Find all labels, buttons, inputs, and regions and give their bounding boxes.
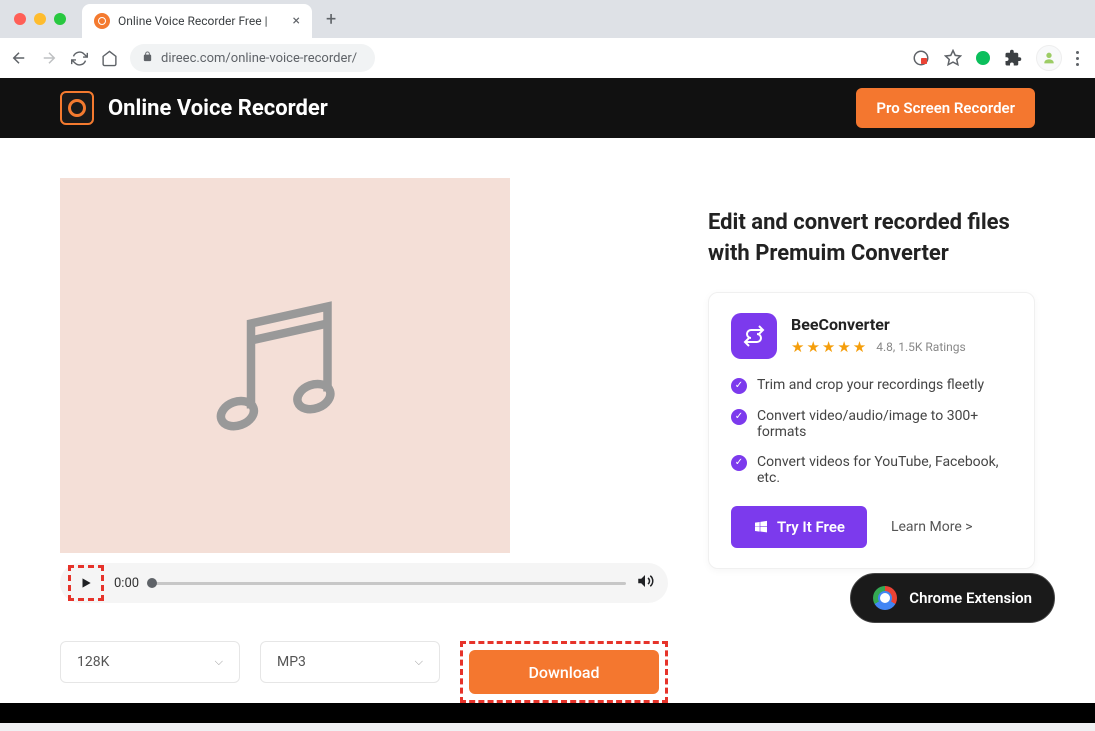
site-header: Online Voice Recorder Pro Screen Recorde… [0,78,1095,138]
tab-bar: Online Voice Recorder Free | × + [0,0,1095,38]
promo-card: BeeConverter ★★★★★ 4.8, 1.5K Ratings ✓ T… [708,292,1035,569]
home-button[interactable] [100,49,118,67]
window-maximize-button[interactable] [54,13,66,25]
left-column: 0:00 128K ⌵ MP3 ⌵ Download [60,178,668,703]
browser-tab[interactable]: Online Voice Recorder Free | × [82,4,312,38]
chrome-logo-icon [873,586,897,610]
new-tab-button[interactable]: + [326,9,336,30]
feature-list: ✓ Trim and crop your recordings fleetly … [731,377,1012,486]
download-highlight: Download [460,641,668,703]
chevron-down-icon: ⌵ [215,655,223,669]
bitrate-value: 128K [77,654,109,670]
nav-bar: direec.com/online-voice-recorder/ [0,38,1095,78]
tab-close-icon[interactable]: × [293,13,300,29]
chrome-extension-button[interactable]: Chrome Extension [850,573,1055,623]
play-button-highlight [68,565,104,601]
format-select[interactable]: MP3 ⌵ [260,641,440,683]
feature-text: Trim and crop your recordings fleetly [757,377,984,393]
extension-green-icon[interactable] [976,51,990,65]
feature-item: ✓ Convert video/audio/image to 300+ form… [731,408,1012,440]
tab-favicon-icon [94,13,110,29]
extensions-puzzle-icon[interactable] [1004,49,1022,67]
profile-avatar[interactable] [1036,45,1062,71]
format-value: MP3 [277,654,306,670]
windows-icon [753,519,769,535]
rating-stars-icon: ★★★★★ [791,338,868,356]
window-minimize-button[interactable] [34,13,46,25]
bookmark-star-icon[interactable] [944,49,962,67]
promo-header: BeeConverter ★★★★★ 4.8, 1.5K Ratings [731,313,1012,359]
promo-headline: Edit and convert recorded files with Pre… [708,208,1035,270]
pro-recorder-button[interactable]: Pro Screen Recorder [856,88,1035,128]
feature-text: Convert videos for YouTube, Facebook, et… [757,454,1012,486]
check-icon: ✓ [731,378,747,394]
music-note-icon [200,281,370,451]
feature-item: ✓ Convert videos for YouTube, Facebook, … [731,454,1012,486]
playback-time: 0:00 [114,576,139,591]
brand-title: Online Voice Recorder [108,96,328,121]
footer-bar [0,703,1095,723]
beeconverter-app-icon [731,313,777,359]
lock-icon [142,51,153,65]
back-button[interactable] [10,49,28,67]
browser-chrome: Online Voice Recorder Free | × + direec.… [0,0,1095,78]
feature-text: Convert video/audio/image to 300+ format… [757,408,1012,440]
window-controls [14,13,66,25]
url-text: direec.com/online-voice-recorder/ [161,51,357,66]
try-free-button[interactable]: Try It Free [731,506,867,548]
page-content: 0:00 128K ⌵ MP3 ⌵ Download Edit and conv… [0,138,1095,723]
promo-actions: Try It Free Learn More > [731,506,1012,548]
rating-text: 4.8, 1.5K Ratings [876,340,965,354]
promo-app-name: BeeConverter [791,315,966,334]
check-icon: ✓ [731,409,747,425]
volume-icon[interactable] [636,572,654,594]
feature-item: ✓ Trim and crop your recordings fleetly [731,377,1012,394]
address-bar[interactable]: direec.com/online-voice-recorder/ [130,44,375,72]
window-close-button[interactable] [14,13,26,25]
browser-menu-button[interactable] [1076,51,1079,66]
audio-player: 0:00 [60,563,668,603]
blocker-extension-icon[interactable] [912,49,930,67]
chrome-extension-label: Chrome Extension [909,589,1032,607]
export-controls: 128K ⌵ MP3 ⌵ Download [60,641,668,703]
download-button[interactable]: Download [469,650,659,694]
brand[interactable]: Online Voice Recorder [60,91,328,125]
forward-button[interactable] [40,49,58,67]
brand-logo-icon [60,91,94,125]
progress-bar[interactable] [149,582,626,585]
chevron-down-icon: ⌵ [415,655,423,669]
reload-button[interactable] [70,49,88,67]
extension-icons [912,45,1079,71]
learn-more-link[interactable]: Learn More > [891,519,973,535]
recording-artwork [60,178,510,553]
play-button[interactable] [73,570,99,596]
bitrate-select[interactable]: 128K ⌵ [60,641,240,683]
tab-title: Online Voice Recorder Free | [118,14,285,28]
right-column: Edit and convert recorded files with Pre… [708,178,1035,703]
check-icon: ✓ [731,455,747,471]
try-free-label: Try It Free [777,518,845,536]
